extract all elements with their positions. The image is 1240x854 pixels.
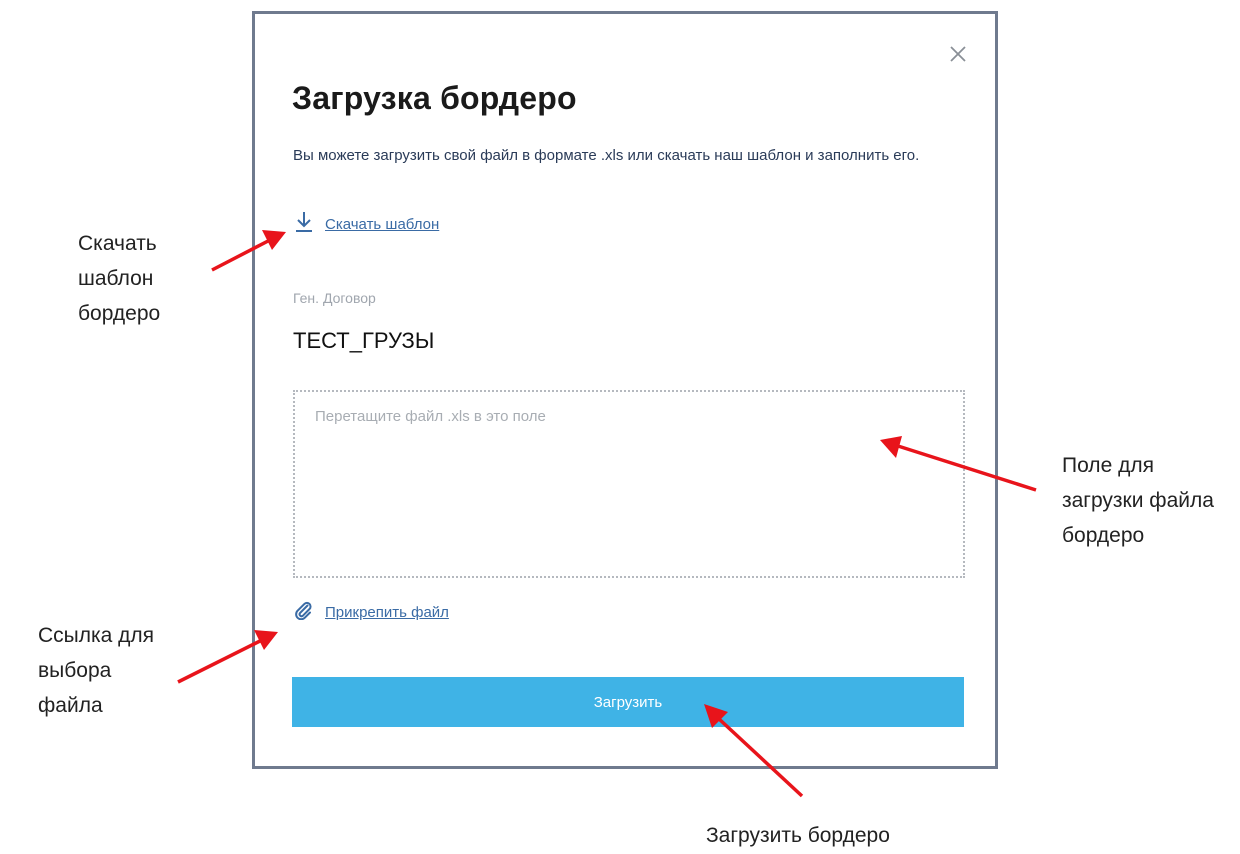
annotation-download-template: Скачать шаблон бордеро [78,226,160,331]
annotation-text: Поле для [1062,454,1154,477]
annotation-attach-file: Ссылка для выбора файла [38,618,154,723]
paperclip-icon [293,600,313,625]
dropzone-placeholder: Перетащите файл .xls в это поле [315,408,546,425]
upload-button[interactable]: Загрузить [292,677,964,727]
annotation-text: бордеро [1062,524,1145,547]
annotation-upload-caption: Загрузить бордеро [706,824,890,847]
close-icon[interactable] [948,44,968,64]
annotation-text: бордеро [78,302,161,325]
download-template-link[interactable]: Скачать шаблон [293,210,439,239]
annotation-text: загрузки файла [1062,489,1214,512]
annotation-text: шаблон [78,267,154,290]
screenshot-stage: Загрузка бордеро Вы можете загрузить сво… [0,0,1240,854]
attach-file-label[interactable]: Прикрепить файл [325,604,449,621]
contract-field-value: ТЕСТ_ГРУЗЫ [293,328,435,353]
annotation-text: Скачать [78,232,157,255]
upload-bordereau-modal: Загрузка бордеро Вы можете загрузить сво… [252,11,998,769]
attach-file-link[interactable]: Прикрепить файл [293,600,449,625]
download-icon [293,210,315,239]
annotation-text: Ссылка для [38,624,155,647]
file-dropzone[interactable]: Перетащите файл .xls в это поле [293,390,965,578]
annotation-text: файла [38,694,103,717]
download-template-label[interactable]: Скачать шаблон [325,216,439,233]
contract-field-label: Ген. Договор [293,290,376,306]
annotation-text: выбора [38,659,112,682]
modal-description: Вы можете загрузить свой файл в формате … [293,147,920,164]
modal-title: Загрузка бордеро [292,80,577,116]
annotation-dropzone: Поле для загрузки файла бордеро [1062,448,1214,553]
